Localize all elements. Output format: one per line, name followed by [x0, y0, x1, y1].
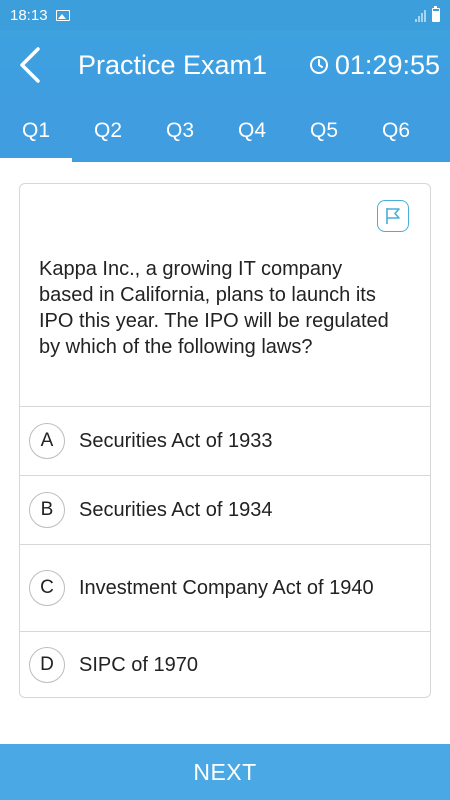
- option-c[interactable]: C Investment Company Act of 1940: [20, 544, 430, 631]
- flag-icon: [386, 208, 400, 224]
- tab-q6[interactable]: Q6: [360, 100, 432, 162]
- exam-timer: 01:29:55: [309, 50, 440, 81]
- tab-q5[interactable]: Q5: [288, 100, 360, 162]
- option-text: Securities Act of 1934: [79, 498, 273, 521]
- app-header: Practice Exam1 01:29:55: [0, 30, 450, 100]
- question-card: Kappa Inc., a growing IT company based i…: [19, 183, 431, 698]
- status-icons: [415, 6, 440, 22]
- tab-q1[interactable]: Q1: [0, 100, 72, 162]
- tab-q3[interactable]: Q3: [144, 100, 216, 162]
- question-text: Kappa Inc., a growing IT company based i…: [39, 258, 389, 358]
- tab-q2[interactable]: Q2: [72, 100, 144, 162]
- page-title: Practice Exam1: [78, 49, 268, 80]
- next-button[interactable]: NEXT: [0, 744, 450, 800]
- option-text: Securities Act of 1933: [79, 429, 273, 452]
- clock-icon: [309, 56, 328, 74]
- back-button[interactable]: [0, 30, 60, 100]
- status-time: 18:13: [10, 6, 48, 24]
- option-text: SIPC of 1970: [79, 653, 198, 676]
- battery-icon: [432, 6, 440, 22]
- option-d[interactable]: D SIPC of 1970: [20, 631, 430, 698]
- option-b[interactable]: B Securities Act of 1934: [20, 475, 430, 544]
- option-text: Investment Company Act of 1940: [79, 576, 374, 599]
- option-letter: D: [29, 647, 65, 683]
- tab-q4[interactable]: Q4: [216, 100, 288, 162]
- signal-icon: [415, 10, 426, 22]
- question-tabs: Q1 Q2 Q3 Q4 Q5 Q6: [0, 100, 450, 162]
- timer-value: 01:29:55: [334, 49, 440, 80]
- image-icon: [55, 9, 70, 21]
- option-letter: B: [29, 492, 65, 528]
- option-letter: C: [29, 570, 65, 606]
- chevron-left-icon: [20, 47, 40, 83]
- option-letter: A: [29, 423, 65, 459]
- option-a[interactable]: A Securities Act of 1933: [20, 406, 430, 475]
- status-bar: 18:13: [0, 0, 450, 30]
- flag-button[interactable]: [377, 200, 409, 232]
- answer-options: A Securities Act of 1933 B Securities Ac…: [20, 406, 430, 698]
